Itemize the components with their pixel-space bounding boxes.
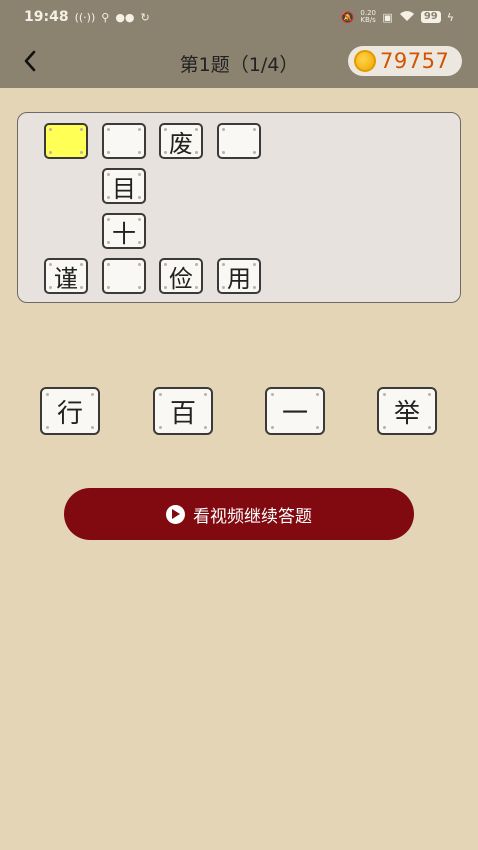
puzzle-cell-8[interactable] <box>102 258 146 294</box>
puzzle-cell-2[interactable] <box>102 123 146 159</box>
puzzle-cell-5[interactable]: 目 <box>102 168 146 204</box>
coin-balance: 79757 <box>348 46 462 76</box>
usb-icon: ⚲ <box>101 10 110 24</box>
puzzle-cell-6[interactable]: 十 <box>102 213 146 249</box>
puzzle-cell-7[interactable]: 谨 <box>44 258 88 294</box>
coin-icon <box>354 50 376 72</box>
option-tile-1[interactable]: 行 <box>40 387 100 435</box>
nfc-icon: ((·)) <box>74 10 96 24</box>
puzzle-cell-9[interactable]: 俭 <box>159 258 203 294</box>
coin-value: 79757 <box>380 49 450 73</box>
wechat-icon: ●● <box>115 10 135 24</box>
status-time: 19:48 <box>24 9 69 25</box>
charging-icon: ϟ <box>446 10 454 24</box>
watch-video-label: 看视频继续答题 <box>193 506 312 527</box>
puzzle-board: 废 目 十 谨 俭 用 <box>17 112 461 303</box>
sim-icon: ▣ <box>382 10 393 24</box>
network-speed: 0.20 KB/s <box>360 9 376 24</box>
status-left: 19:48 ((·)) ⚲ ●● ↻ <box>24 9 150 25</box>
puzzle-cell-10[interactable]: 用 <box>217 258 261 294</box>
header: 第1题（1/4） 79757 <box>0 34 478 88</box>
puzzle-cell-4[interactable] <box>217 123 261 159</box>
option-tile-4[interactable]: 举 <box>377 387 437 435</box>
option-tile-2[interactable]: 百 <box>153 387 213 435</box>
status-bar: 19:48 ((·)) ⚲ ●● ↻ 🔕 0.20 KB/s ▣ 99 ϟ <box>0 0 478 34</box>
option-tile-3[interactable]: 一 <box>265 387 325 435</box>
status-right: 🔕 0.20 KB/s ▣ 99 ϟ <box>341 10 454 25</box>
puzzle-cell-1[interactable] <box>44 123 88 159</box>
watch-video-button[interactable]: 看视频继续答题 <box>64 488 414 540</box>
battery-icon: 99 <box>420 11 441 23</box>
puzzle-cell-3[interactable]: 废 <box>159 123 203 159</box>
wifi-icon <box>399 10 415 25</box>
sync-icon: ↻ <box>140 10 150 24</box>
mute-icon: 🔕 <box>340 10 355 24</box>
play-icon <box>166 504 185 524</box>
